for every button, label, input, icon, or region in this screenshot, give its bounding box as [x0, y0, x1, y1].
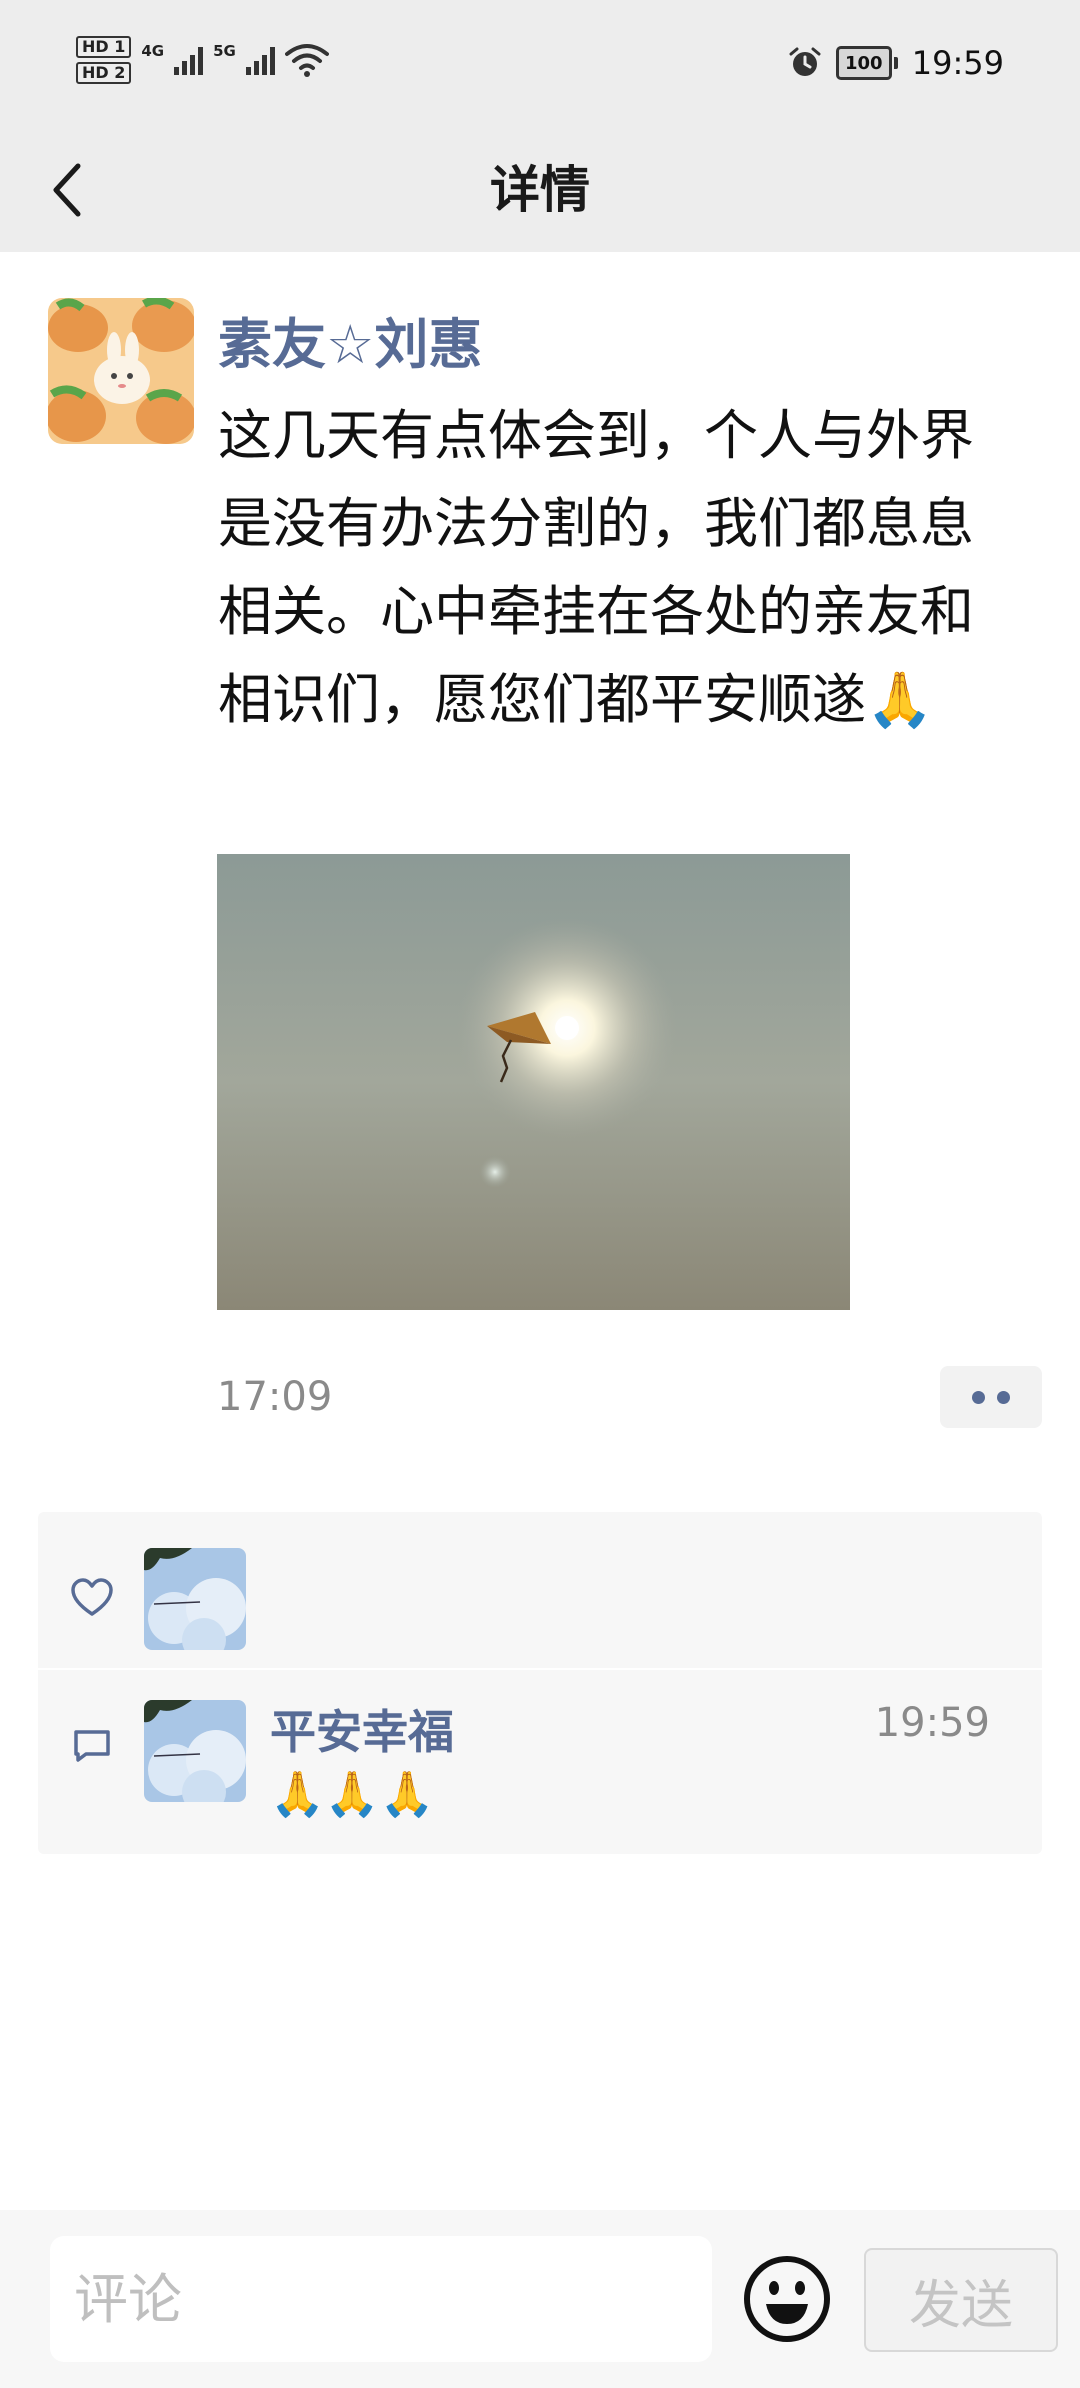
network-5g-label: 5G: [213, 42, 236, 60]
comment-input[interactable]: [50, 2236, 712, 2362]
send-button[interactable]: 发送: [864, 2248, 1058, 2352]
post-text: 这几天有点体会到，个人与外界是没有办法分割的，我们都息息相关。心中牵挂在各处的亲…: [218, 404, 974, 731]
page-title: 详情: [490, 161, 590, 219]
author-name[interactable]: 素友☆刘惠: [218, 300, 482, 379]
status-left: HD 1 HD 2 4G 5G: [76, 36, 329, 84]
more-dots-icon[interactable]: [940, 1366, 1042, 1428]
heart-icon: [71, 1578, 113, 1616]
battery-level: 100: [835, 46, 892, 80]
hd2-badge: HD 2: [76, 62, 132, 84]
signal-bars-icon: [174, 45, 204, 75]
post-time: 17:09: [217, 1374, 333, 1420]
comments-section: 平安幸福 19:59 🙏🙏🙏: [38, 1670, 1042, 1854]
hd1-badge: HD 1: [76, 36, 132, 58]
wifi-icon: [284, 44, 329, 77]
comment-avatar[interactable]: [144, 1700, 246, 1802]
hd-badges: HD 1 HD 2: [76, 36, 132, 84]
likes-section: [38, 1512, 1042, 1668]
author-avatar[interactable]: [48, 298, 194, 444]
comment-author[interactable]: 平安幸福: [270, 1696, 454, 1762]
battery-icon: 100: [835, 46, 898, 80]
comment-icon: [74, 1730, 110, 1762]
comment-time: 19:59: [874, 1700, 990, 1746]
alarm-icon: [789, 47, 821, 76]
status-right: 100 19:59: [788, 44, 1004, 82]
title-bar: 详情: [0, 128, 1080, 252]
comment-input-bar: 发送: [0, 2210, 1080, 2388]
status-bar: HD 1 HD 2 4G 5G 100 19:59: [0, 0, 1080, 128]
like-avatar[interactable]: [144, 1548, 246, 1650]
signal-bars-icon: [245, 45, 275, 75]
emoji-smile-icon[interactable]: [742, 2254, 832, 2344]
post-image[interactable]: [217, 854, 850, 1310]
status-time: 19:59: [911, 44, 1004, 82]
network-4g-label: 4G: [141, 42, 165, 60]
comment-text: 🙏🙏🙏: [270, 1769, 435, 1820]
